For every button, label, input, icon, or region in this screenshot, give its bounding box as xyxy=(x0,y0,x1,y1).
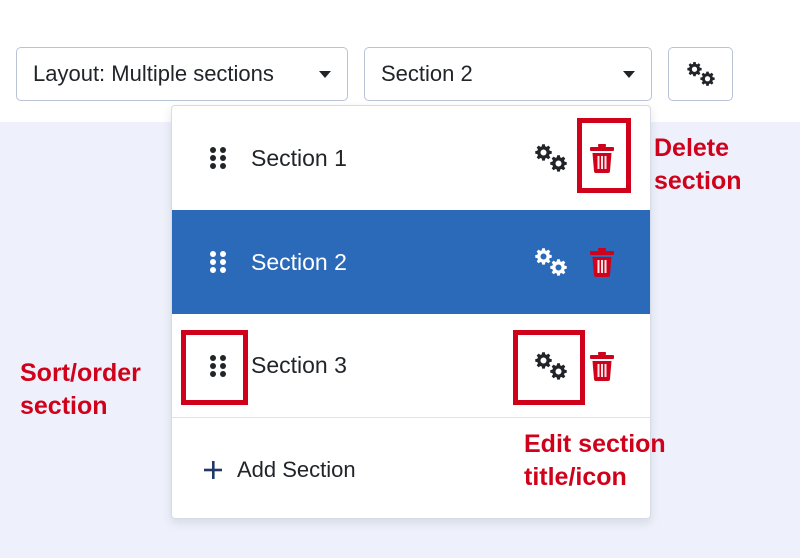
edit-highlight-box xyxy=(513,330,585,405)
annotation-sort-section: Sort/order section xyxy=(20,359,141,420)
annotation-delete-section: Delete section xyxy=(654,134,742,195)
add-section-label: Add Section xyxy=(237,456,356,482)
section-select-value: Section 2 xyxy=(381,61,473,86)
chevron-down-icon xyxy=(623,70,635,78)
layout-dropdown-label: Layout: Multiple sections xyxy=(33,61,274,86)
delete-highlight-box xyxy=(577,118,631,193)
trash-icon[interactable] xyxy=(589,351,615,381)
chevron-down-icon xyxy=(319,70,331,78)
section-label: Section 3 xyxy=(251,352,347,378)
gears-icon xyxy=(686,61,716,87)
section-select[interactable]: Section 2 xyxy=(364,47,652,101)
section-label: Section 1 xyxy=(251,144,347,171)
sort-highlight-box xyxy=(181,330,248,405)
layout-dropdown-button[interactable]: Layout: Multiple sections xyxy=(16,47,348,101)
gears-icon[interactable] xyxy=(534,247,568,277)
plus-icon xyxy=(204,460,222,479)
trash-icon[interactable] xyxy=(589,247,615,277)
gears-icon[interactable] xyxy=(534,143,568,173)
annotation-edit-section: Edit section title/icon xyxy=(524,430,666,491)
section-row-2[interactable]: Section 2 xyxy=(172,210,650,314)
section-label: Section 2 xyxy=(251,248,347,275)
drag-dots-icon[interactable] xyxy=(208,250,228,274)
drag-dots-icon[interactable] xyxy=(208,146,228,170)
layout-settings-button[interactable] xyxy=(668,47,733,101)
